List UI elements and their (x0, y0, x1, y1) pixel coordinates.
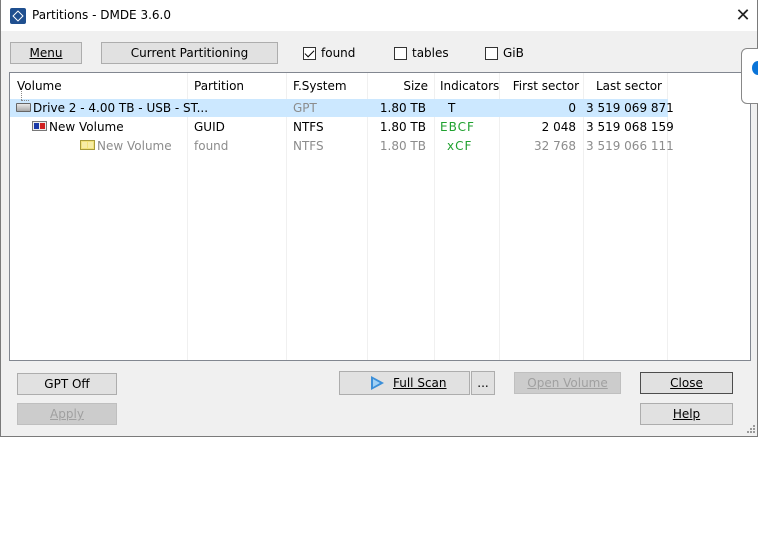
apply-button[interactable]: Apply (17, 403, 117, 425)
found-volume-icon (80, 140, 95, 150)
tables-checkbox[interactable]: tables (394, 46, 464, 62)
cell-first-sector: 2 048 (541, 120, 576, 134)
cell-size: 1.80 TB (379, 120, 426, 134)
cell-volume: Drive 2 - 4.00 TB - USB - ST... (33, 101, 209, 115)
partitions-list[interactable]: Volume Partition F.System Size Indicator… (9, 72, 751, 361)
cell-size: 1.80 TB (379, 101, 426, 115)
column-header-indicators[interactable]: Indicators (440, 79, 499, 93)
cell-volume: New Volume (97, 139, 172, 153)
column-header-last-sector[interactable]: Last sector (586, 79, 662, 93)
column-header-volume[interactable]: Volume (17, 79, 62, 93)
resize-grip-icon[interactable] (744, 424, 756, 436)
current-partitioning-button[interactable]: Current Partitioning (101, 42, 278, 64)
dmde-app-icon (10, 8, 26, 24)
gib-checkbox-label: GiB (503, 46, 524, 60)
gib-checkbox[interactable]: GiB (485, 46, 535, 62)
background-app-icon (752, 61, 758, 75)
volume-icon (32, 121, 47, 131)
window-title: Partitions - DMDE 3.6.0 (32, 8, 171, 22)
cell-fsystem: NTFS (293, 120, 324, 134)
column-header-size[interactable]: Size (370, 79, 428, 93)
cell-partition: found (194, 139, 229, 153)
title-bar: Partitions - DMDE 3.6.0 ✕ (1, 0, 757, 31)
table-row[interactable]: New Volume GUID NTFS 1.80 TB EBCF 2 048 … (10, 118, 750, 136)
menu-button[interactable]: Menu (10, 42, 82, 64)
cell-first-sector: 32 768 (534, 139, 576, 153)
cell-indicators: xCF (447, 139, 473, 153)
gib-checkbox-box[interactable] (485, 47, 498, 60)
close-button[interactable]: Close (640, 372, 733, 394)
tables-checkbox-label: tables (412, 46, 449, 60)
cell-fsystem: NTFS (293, 139, 324, 153)
column-header-fsystem[interactable]: F.System (293, 79, 347, 93)
cell-last-sector: 3 519 068 159 (586, 120, 674, 134)
cell-last-sector: 3 519 066 111 (586, 139, 674, 153)
cell-volume: New Volume (49, 120, 124, 134)
scan-options-button[interactable]: ... (471, 371, 495, 395)
drive-icon (16, 103, 31, 112)
cell-fsystem: GPT (293, 101, 317, 115)
column-header-partition[interactable]: Partition (194, 79, 244, 93)
cell-first-sector: 0 (568, 101, 576, 115)
gpt-off-button[interactable]: GPT Off (17, 373, 117, 395)
help-button[interactable]: Help (640, 403, 733, 425)
tables-checkbox-box[interactable] (394, 47, 407, 60)
cell-last-sector: 3 519 069 871 (586, 101, 674, 115)
tree-line (21, 91, 22, 100)
background-app-widget (741, 48, 758, 104)
play-icon (371, 376, 384, 390)
table-row[interactable]: Drive 2 - 4.00 TB - USB - ST... GPT 1.80… (10, 99, 674, 117)
cell-indicators: T (448, 101, 456, 115)
cell-size: 1.80 TB (379, 139, 426, 153)
tree-line (21, 100, 29, 101)
open-volume-button[interactable]: Open Volume (514, 372, 621, 394)
partitions-dialog: Partitions - DMDE 3.6.0 ✕ Menu Current P… (0, 0, 758, 437)
found-checkbox[interactable]: found (303, 46, 373, 62)
found-checkbox-box[interactable] (303, 47, 316, 60)
table-row[interactable]: New Volume found NTFS 1.80 TB xCF 32 768… (10, 137, 750, 155)
full-scan-button[interactable]: Full Scan (339, 371, 470, 395)
cell-indicators: EBCF (440, 120, 475, 134)
close-window-icon[interactable]: ✕ (729, 2, 757, 30)
found-checkbox-label: found (321, 46, 356, 60)
cell-partition: GUID (194, 120, 225, 134)
column-header-first-sector[interactable]: First sector (502, 79, 579, 93)
